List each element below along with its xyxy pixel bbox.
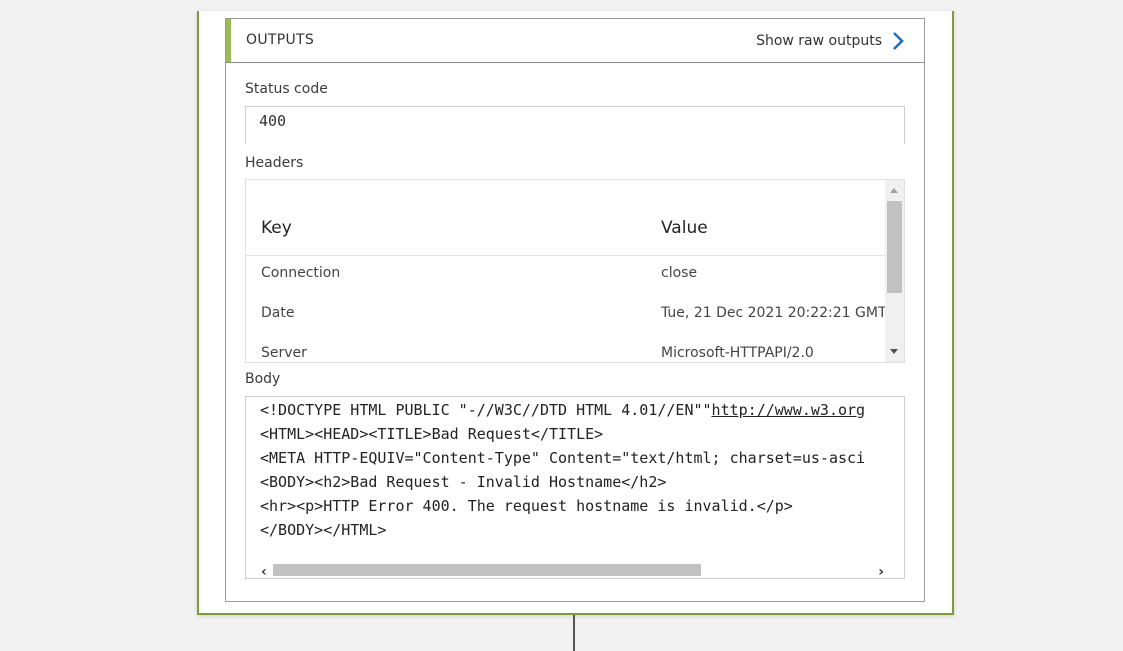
flow-connector-line <box>573 615 575 651</box>
status-code-label: Status code <box>245 81 328 97</box>
headers-vertical-scrollbar[interactable] <box>885 180 904 362</box>
table-header-divider <box>246 255 886 256</box>
show-raw-outputs-button[interactable]: Show raw outputs <box>756 30 904 52</box>
header-value-connection: close <box>661 265 698 281</box>
headers-table[interactable]: Key Value Connection close Date Tue, 21 … <box>245 179 905 363</box>
body-line-1-text: <!DOCTYPE HTML PUBLIC "-//W3C//DTD HTML … <box>260 401 712 419</box>
body-label: Body <box>245 371 281 387</box>
column-header-key: Key <box>261 218 292 238</box>
body-line-1: <!DOCTYPE HTML PUBLIC "-//W3C//DTD HTML … <box>260 401 865 419</box>
scroll-right-arrow-icon[interactable]: › <box>878 564 884 578</box>
header-value-server: Microsoft-HTTPAPI/2.0 <box>661 345 814 361</box>
action-card: OUTPUTS Show raw outputs Status code 400… <box>197 11 954 615</box>
chevron-right-icon <box>893 32 904 50</box>
body-line-5: <hr><p>HTTP Error 400. The request hostn… <box>260 497 793 515</box>
header-value-date: Tue, 21 Dec 2021 20:22:21 GMT <box>661 305 887 321</box>
header-key-connection: Connection <box>261 265 341 281</box>
body-line-6: </BODY></HTML> <box>260 521 387 539</box>
status-code-field: 400 <box>245 106 905 144</box>
body-scroll-thumb[interactable] <box>273 564 701 576</box>
scroll-left-arrow-icon[interactable]: ‹ <box>261 564 267 578</box>
body-line-4: <BODY><h2>Bad Request - Invalid Hostname… <box>260 473 667 491</box>
column-header-value: Value <box>661 218 708 238</box>
outputs-panel: OUTPUTS Show raw outputs Status code 400… <box>225 18 925 602</box>
header-accent-bar <box>226 19 231 62</box>
status-code-value: 400 <box>259 112 287 130</box>
body-line-1-link[interactable]: http://www.w3.org <box>712 401 866 419</box>
top-strip <box>0 0 1123 11</box>
headers-scroll-thumb[interactable] <box>887 201 902 293</box>
show-raw-outputs-label: Show raw outputs <box>756 33 882 49</box>
body-content-box[interactable]: <!DOCTYPE HTML PUBLIC "-//W3C//DTD HTML … <box>245 396 905 579</box>
scroll-up-arrow-icon[interactable] <box>890 188 898 193</box>
header-key-date: Date <box>261 305 295 321</box>
scroll-down-arrow-icon[interactable] <box>890 349 898 354</box>
header-key-server: Server <box>261 345 307 361</box>
headers-label: Headers <box>245 155 304 171</box>
body-line-3: <META HTTP-EQUIV="Content-Type" Content=… <box>260 449 866 467</box>
body-horizontal-scrollbar[interactable]: ‹ › <box>246 561 904 578</box>
outputs-header: OUTPUTS Show raw outputs <box>226 19 924 63</box>
outputs-title: OUTPUTS <box>246 32 315 48</box>
body-line-2: <HTML><HEAD><TITLE>Bad Request</TITLE> <box>260 425 604 443</box>
